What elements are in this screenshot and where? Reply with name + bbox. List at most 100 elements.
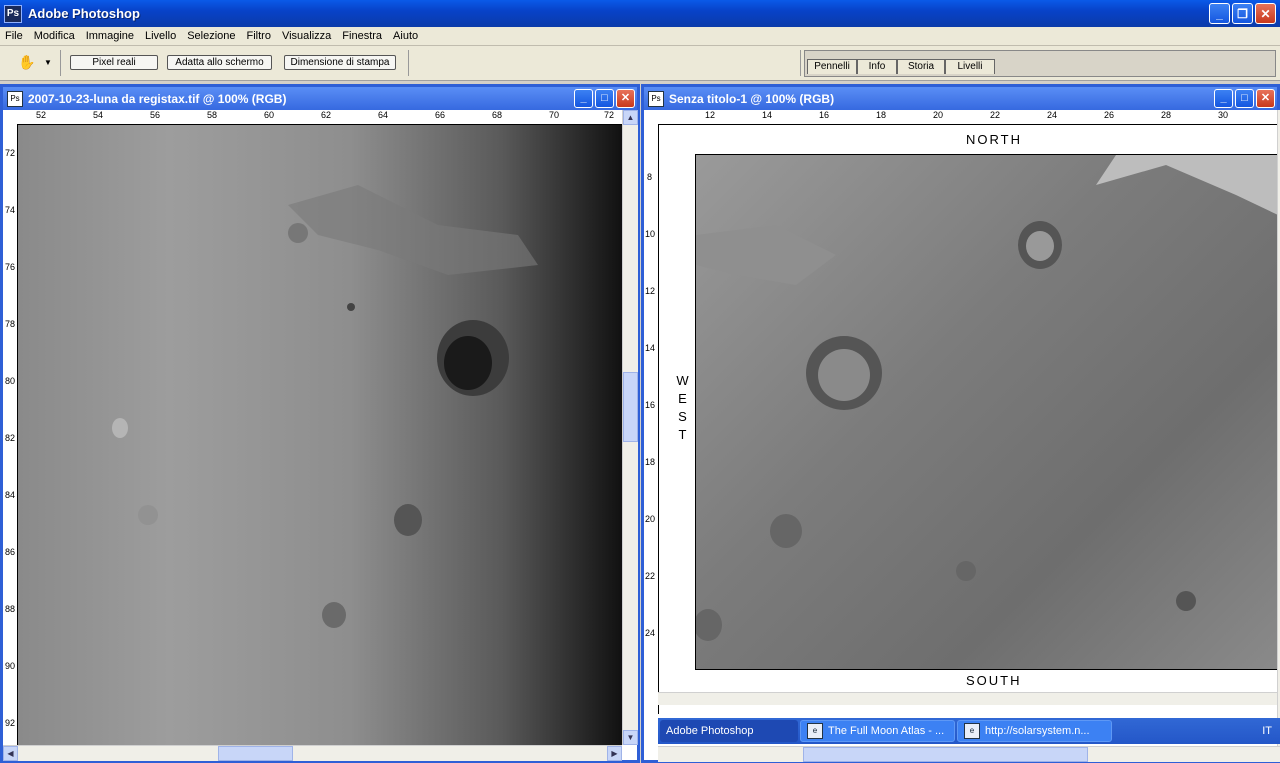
close-button[interactable]: ✕ bbox=[1255, 3, 1276, 24]
menu-immagine[interactable]: Immagine bbox=[81, 30, 140, 42]
vertical-ruler: 72 74 76 78 80 82 84 86 88 90 92 bbox=[3, 124, 18, 745]
vertical-ruler: 8 10 12 14 16 18 20 22 24 bbox=[644, 124, 659, 714]
taskbar-item-photoshop[interactable]: Adobe Photoshop bbox=[660, 720, 798, 742]
taskbar-item-full-moon-atlas[interactable]: e The Full Moon Atlas - ... bbox=[800, 720, 955, 742]
menu-aiuto[interactable]: Aiuto bbox=[388, 30, 424, 42]
moon-atlas-image bbox=[695, 154, 1277, 670]
options-separator bbox=[60, 50, 61, 76]
horizontal-ruler: 12 14 16 18 20 22 24 26 28 30 bbox=[658, 110, 1277, 125]
ruler-tick: 78 bbox=[5, 319, 16, 329]
menu-filtro[interactable]: Filtro bbox=[242, 30, 277, 42]
horizontal-scrollbar[interactable] bbox=[658, 746, 1280, 762]
ruler-tick: 20 bbox=[645, 514, 656, 524]
tab-pennelli[interactable]: Pennelli bbox=[807, 59, 857, 74]
ruler-tick: 16 bbox=[645, 400, 656, 410]
doc-maximize-button[interactable]: □ bbox=[1235, 89, 1254, 108]
ruler-tick: 24 bbox=[1047, 110, 1058, 120]
ruler-tick: 60 bbox=[264, 110, 275, 120]
scroll-thumb[interactable] bbox=[218, 746, 293, 761]
ruler-tick: 90 bbox=[5, 661, 16, 671]
ruler-tick: 66 bbox=[435, 110, 446, 120]
options-separator bbox=[800, 50, 801, 76]
ruler-tick: 62 bbox=[321, 110, 332, 120]
restore-button[interactable]: ❐ bbox=[1232, 3, 1253, 24]
windows-taskbar: Adobe Photoshop e The Full Moon Atlas - … bbox=[658, 718, 1280, 744]
menu-bar: File Modifica Immagine Livello Selezione… bbox=[0, 27, 1280, 46]
ruler-tick: 12 bbox=[705, 110, 716, 120]
tool-preset-dropdown-icon[interactable]: ▼ bbox=[44, 58, 52, 67]
photoshop-icon: Ps bbox=[4, 4, 22, 23]
ruler-tick: 24 bbox=[645, 628, 656, 638]
ruler-tick: 8 bbox=[647, 172, 653, 182]
ruler-tick: 86 bbox=[5, 547, 16, 557]
ruler-tick: 14 bbox=[645, 343, 656, 353]
scroll-right-arrow-icon[interactable]: ▶ bbox=[607, 746, 622, 761]
ruler-tick: 14 bbox=[762, 110, 773, 120]
document-window-luna: Ps 2007-10-23-luna da registax.tif @ 100… bbox=[0, 84, 640, 763]
options-separator bbox=[408, 50, 409, 76]
app-title: Adobe Photoshop bbox=[28, 6, 140, 21]
menu-selezione[interactable]: Selezione bbox=[182, 30, 241, 42]
scroll-left-arrow-icon[interactable]: ◀ bbox=[3, 746, 18, 761]
ruler-tick: 74 bbox=[5, 205, 16, 215]
document-title: Senza titolo-1 @ 100% (RGB) bbox=[669, 91, 835, 106]
ruler-tick: 80 bbox=[5, 376, 16, 386]
ruler-tick: 72 bbox=[604, 110, 615, 120]
horizontal-ruler: 52 54 56 58 60 62 64 66 68 70 72 bbox=[18, 110, 622, 125]
language-indicator[interactable]: IT bbox=[1262, 725, 1272, 737]
ruler-tick: 18 bbox=[876, 110, 887, 120]
ruler-tick: 72 bbox=[5, 148, 16, 158]
ruler-tick: 54 bbox=[93, 110, 104, 120]
scroll-up-arrow-icon[interactable]: ▲ bbox=[623, 110, 638, 125]
minimize-button[interactable]: _ bbox=[1209, 3, 1230, 24]
document-controls: _ □ ✕ bbox=[574, 89, 635, 108]
tab-info[interactable]: Info bbox=[857, 59, 897, 74]
scroll-down-arrow-icon[interactable]: ▼ bbox=[623, 730, 638, 745]
document-icon: Ps bbox=[7, 90, 23, 107]
tab-storia[interactable]: Storia bbox=[897, 59, 945, 74]
ruler-tick: 30 bbox=[1218, 110, 1229, 120]
window-controls: _ ❐ ✕ bbox=[1209, 3, 1276, 24]
horizontal-scrollbar[interactable] bbox=[658, 692, 1277, 705]
scroll-thumb[interactable] bbox=[623, 372, 638, 442]
atlas-page-canvas[interactable]: NORTH WEST SOUTH bbox=[659, 125, 1277, 692]
doc-minimize-button[interactable]: _ bbox=[574, 89, 593, 108]
pixel-reali-button[interactable]: Pixel reali bbox=[70, 55, 158, 70]
ruler-tick: 56 bbox=[150, 110, 161, 120]
vertical-scrollbar[interactable]: ▲ ▼ bbox=[622, 110, 638, 745]
taskbar-item-label: http://solarsystem.n... bbox=[985, 725, 1090, 737]
ruler-tick: 22 bbox=[645, 571, 656, 581]
doc-close-button[interactable]: ✕ bbox=[1256, 89, 1275, 108]
dimensione-di-stampa-button[interactable]: Dimensione di stampa bbox=[284, 55, 396, 70]
tab-livelli[interactable]: Livelli bbox=[945, 59, 995, 74]
document-title: 2007-10-23-luna da registax.tif @ 100% (… bbox=[28, 91, 287, 106]
hand-tool-icon[interactable]: ✋ bbox=[18, 54, 38, 72]
doc-maximize-button[interactable]: □ bbox=[595, 89, 614, 108]
taskbar-item-label: The Full Moon Atlas - ... bbox=[828, 725, 945, 737]
moon-image-canvas[interactable] bbox=[18, 125, 622, 745]
menu-finestra[interactable]: Finestra bbox=[337, 30, 388, 42]
ruler-tick: 92 bbox=[5, 718, 16, 728]
doc-minimize-button[interactable]: _ bbox=[1214, 89, 1233, 108]
ruler-tick: 70 bbox=[549, 110, 560, 120]
ruler-tick: 12 bbox=[645, 286, 656, 296]
document-titlebar: Ps 2007-10-23-luna da registax.tif @ 100… bbox=[3, 87, 637, 110]
menu-modifica[interactable]: Modifica bbox=[29, 30, 81, 42]
ruler-tick: 64 bbox=[378, 110, 389, 120]
ruler-tick: 22 bbox=[990, 110, 1001, 120]
ruler-tick: 16 bbox=[819, 110, 830, 120]
menu-file[interactable]: File bbox=[0, 30, 29, 42]
ruler-tick: 28 bbox=[1161, 110, 1172, 120]
menu-visualizza[interactable]: Visualizza bbox=[277, 30, 337, 42]
menu-livello[interactable]: Livello bbox=[140, 30, 182, 42]
doc-close-button[interactable]: ✕ bbox=[616, 89, 635, 108]
adatta-allo-schermo-button[interactable]: Adatta allo schermo bbox=[167, 55, 272, 70]
moon-surface-image bbox=[112, 185, 538, 628]
ruler-tick: 82 bbox=[5, 433, 16, 443]
ruler-tick: 76 bbox=[5, 262, 16, 272]
scroll-thumb[interactable] bbox=[803, 747, 1088, 762]
horizontal-scrollbar[interactable]: ◀ ▶ bbox=[3, 745, 622, 761]
taskbar-item-solarsystem[interactable]: e http://solarsystem.n... bbox=[957, 720, 1112, 742]
document-titlebar: Ps Senza titolo-1 @ 100% (RGB) _ □ ✕ bbox=[644, 87, 1277, 110]
ruler-tick: 26 bbox=[1104, 110, 1115, 120]
